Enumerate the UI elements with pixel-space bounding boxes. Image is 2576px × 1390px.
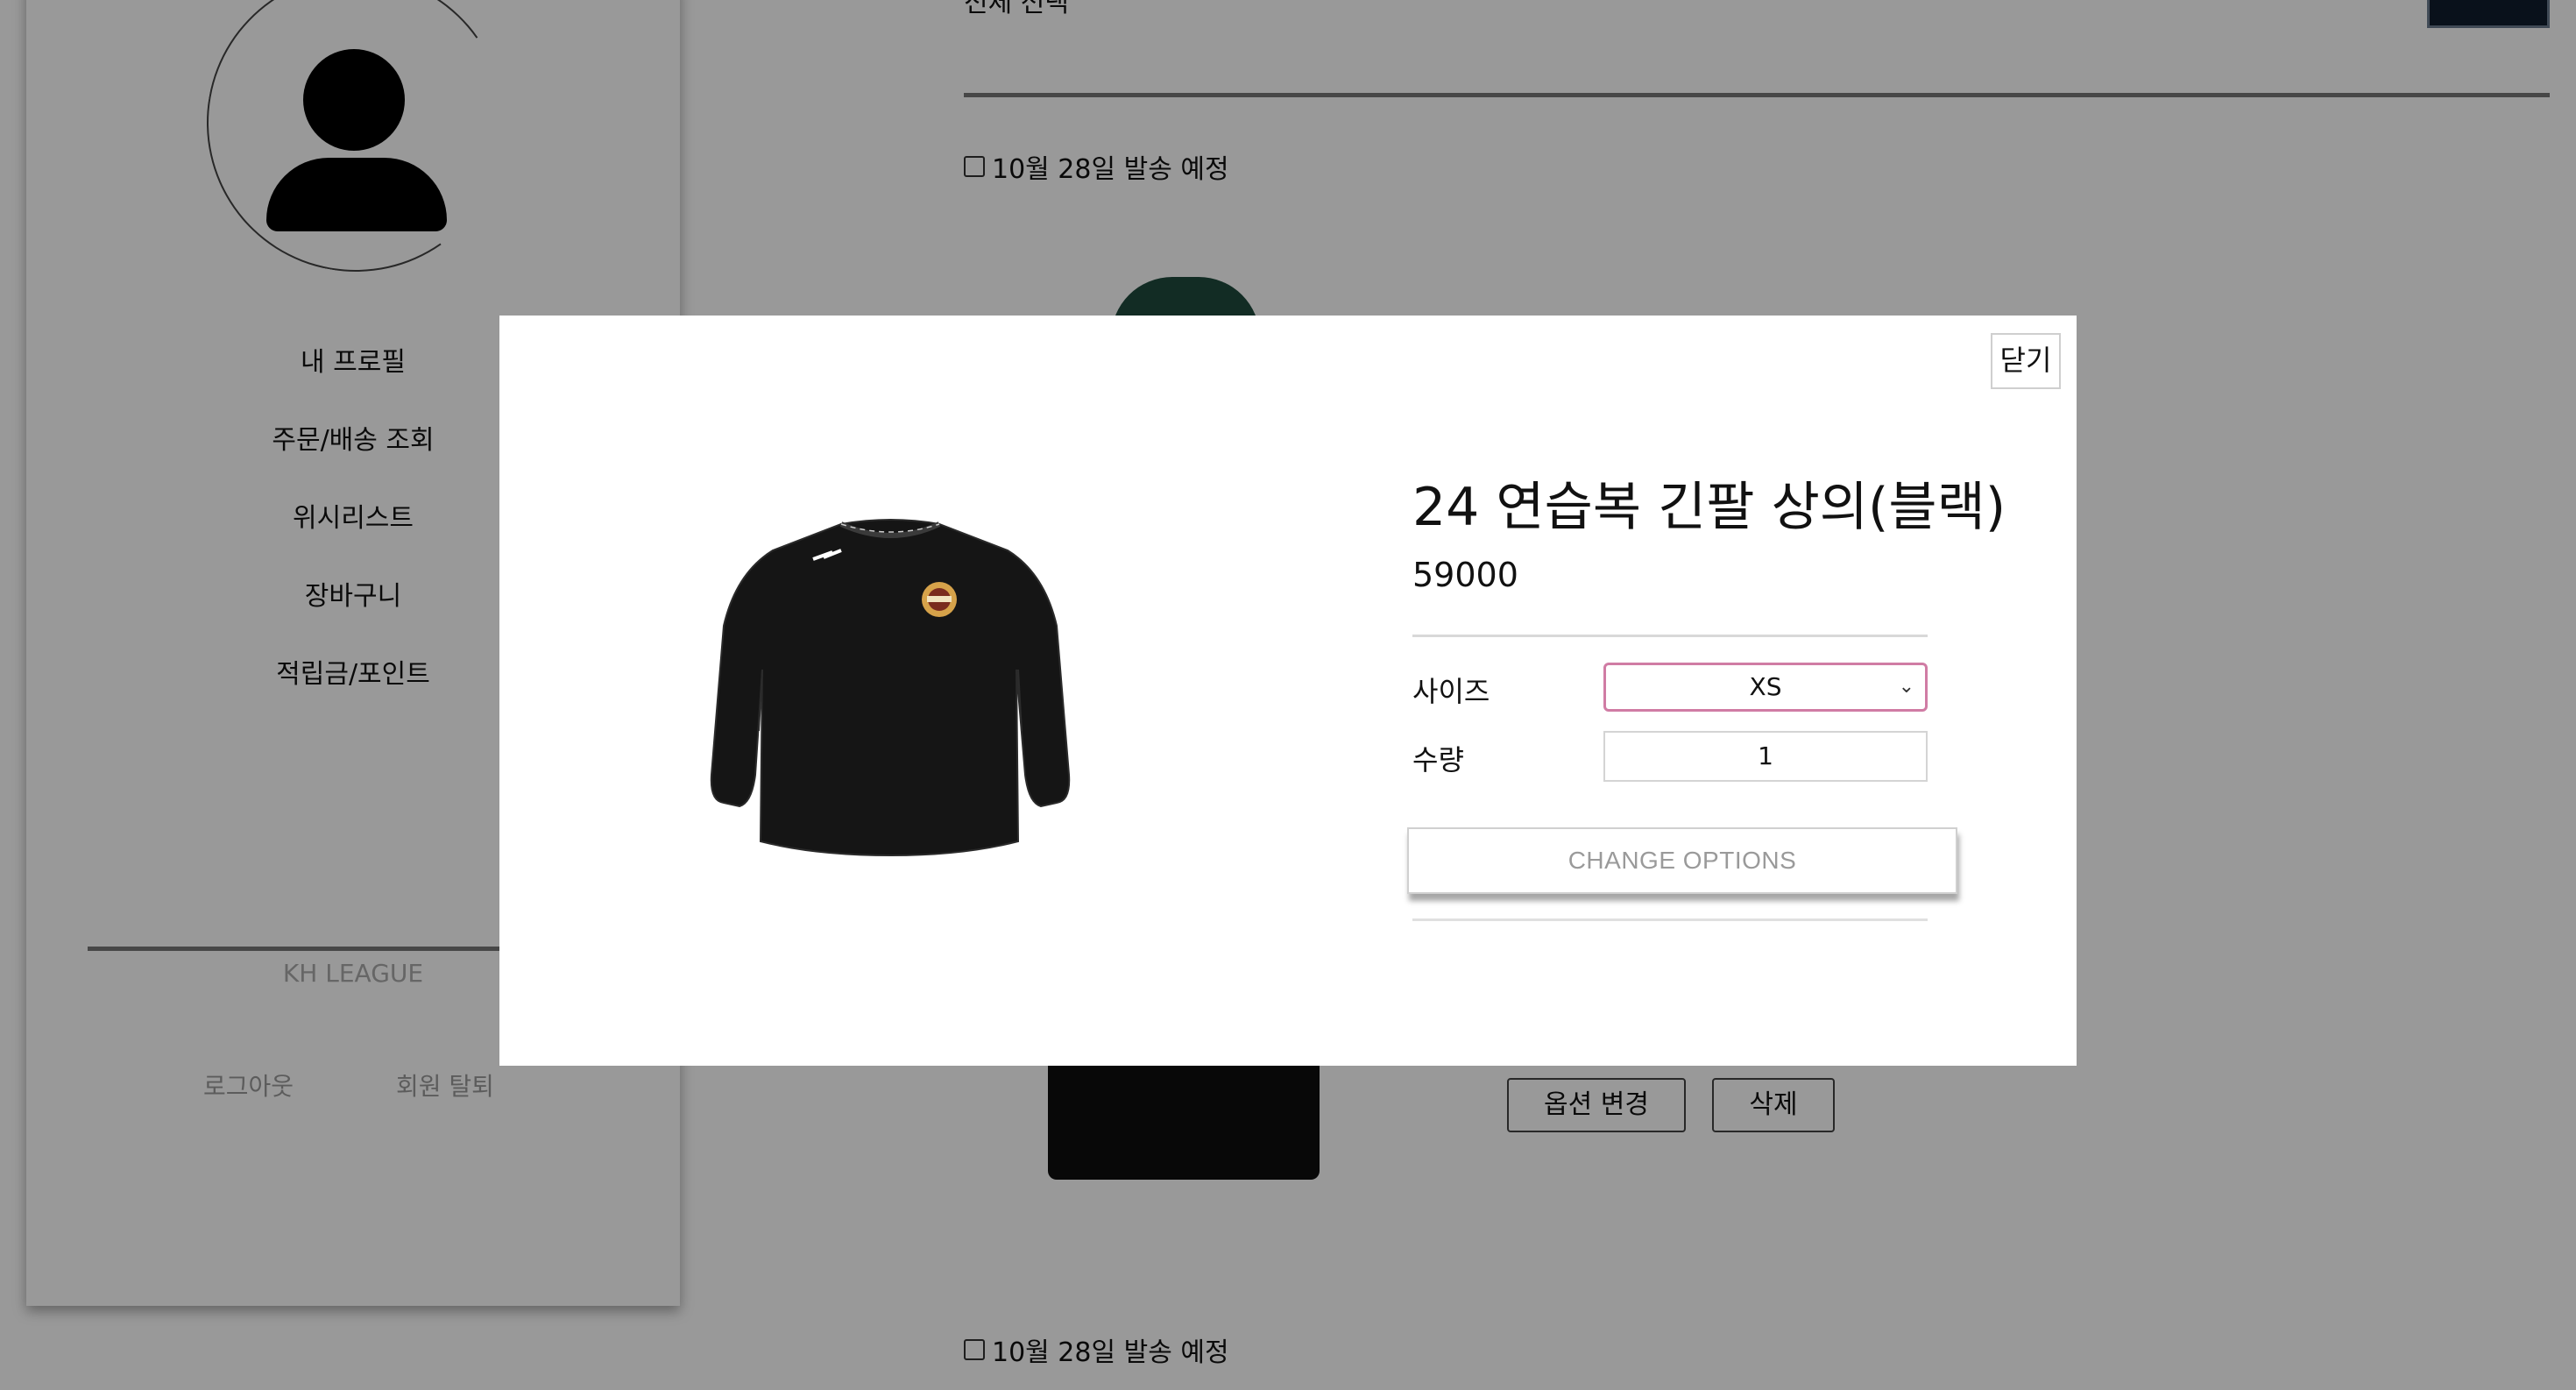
size-select[interactable]: XS ⌄	[1603, 663, 1928, 712]
option-change-modal: 닫기 24 연습복 긴팔 상의(블랙) 59000 사이즈 XS ⌄ 수량 1 …	[499, 316, 2077, 1066]
modal-divider	[1412, 918, 1928, 921]
quantity-label: 수량	[1412, 743, 1464, 777]
product-title: 24 연습복 긴팔 상의(블랙)	[1412, 477, 2006, 538]
product-price: 59000	[1412, 556, 1518, 594]
close-button[interactable]: 닫기	[1991, 333, 2061, 389]
quantity-input[interactable]: 1	[1603, 731, 1928, 782]
size-label: 사이즈	[1412, 675, 1490, 708]
size-select-value: XS	[1749, 672, 1782, 701]
change-options-button[interactable]: CHANGE OPTIONS	[1407, 827, 1957, 894]
modal-divider	[1412, 635, 1928, 637]
product-image	[710, 519, 1071, 857]
chevron-down-icon: ⌄	[1898, 676, 1914, 698]
page: 내 프로필 주문/배송 조회 위시리스트 장바구니 적립금/포인트 KH LEA…	[0, 0, 2576, 1390]
